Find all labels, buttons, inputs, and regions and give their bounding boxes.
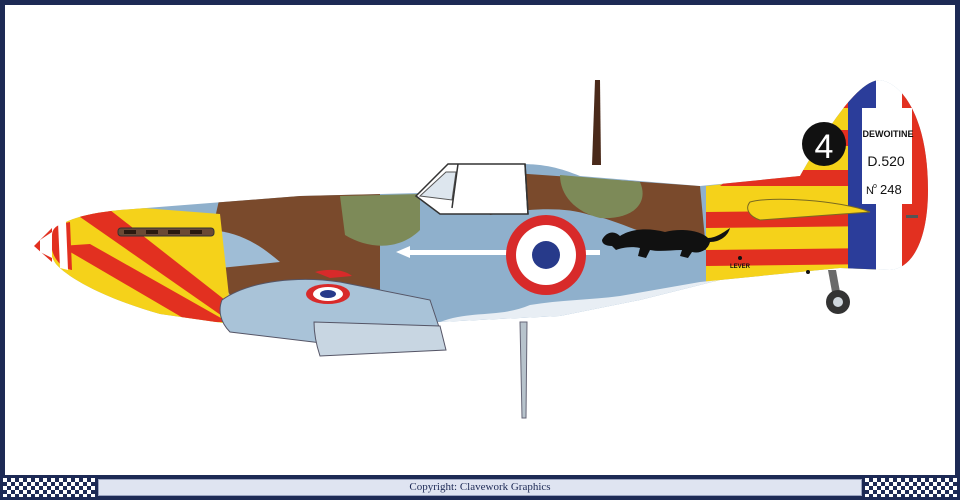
lever-label: LEVER (730, 264, 751, 270)
serial-number: 248 (880, 182, 902, 197)
copyright-text: Copyright: Clavework Graphics (98, 479, 862, 496)
aircraft-profile: 4 DEWOITINE D.520 N o 248 LEVER (34, 80, 929, 419)
antenna-mast (592, 80, 601, 165)
footer-bar: Copyright: Clavework Graphics (0, 475, 960, 500)
landing-gear (519, 321, 528, 419)
roundel-icon (306, 284, 350, 304)
roundel-icon (506, 215, 586, 295)
wheel-icon (826, 290, 850, 314)
serial-sup: o (873, 183, 877, 190)
checker-pattern-right (865, 478, 957, 497)
checker-pattern-left (3, 478, 95, 497)
tail-number: 4 (815, 128, 834, 166)
maker-label: DEWOITINE (863, 129, 914, 139)
model-label: D.520 (867, 153, 905, 169)
